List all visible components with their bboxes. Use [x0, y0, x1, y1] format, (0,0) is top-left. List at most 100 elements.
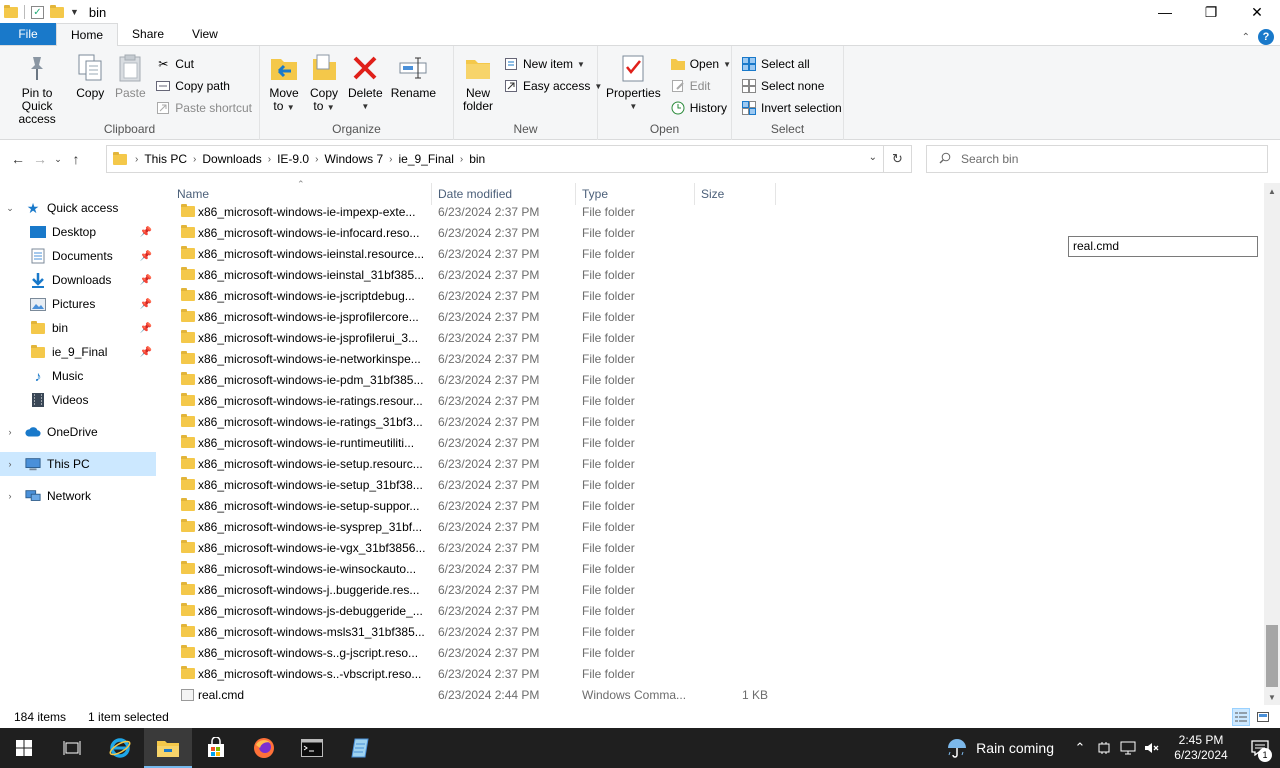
table-row[interactable]: x86_microsoft-windows-ie-setup_31bf38...…	[172, 474, 772, 495]
vertical-scrollbar[interactable]: ▲ ▼	[1264, 183, 1280, 705]
task-view-button[interactable]	[48, 728, 96, 768]
breadcrumb-this-pc[interactable]: This PC	[140, 152, 191, 166]
chevron-right-icon[interactable]: ›	[133, 154, 140, 165]
table-row[interactable]: x86_microsoft-windows-s..-vbscript.reso.…	[172, 663, 772, 684]
chevron-right-icon[interactable]: ›	[458, 154, 465, 165]
breadcrumb-bin[interactable]: bin	[465, 152, 489, 166]
scroll-up-icon[interactable]: ▲	[1264, 183, 1280, 199]
table-row[interactable]: x86_microsoft-windows-j..buggeride.res..…	[172, 579, 772, 600]
taskbar-firefox[interactable]	[240, 728, 288, 768]
table-row[interactable]: x86_microsoft-windows-ieinstal.resource.…	[172, 243, 772, 264]
easy-access-button[interactable]: Easy access ▼	[500, 76, 605, 96]
sidebar-item-documents[interactable]: Documents 📌	[0, 244, 156, 268]
chevron-right-icon[interactable]: ›	[313, 154, 320, 165]
tab-file[interactable]: File	[0, 23, 56, 45]
edit-button[interactable]: Edit	[667, 76, 734, 96]
start-button[interactable]	[0, 728, 48, 768]
chevron-right-icon[interactable]: ›	[266, 154, 273, 165]
new-folder-icon[interactable]	[50, 4, 64, 18]
table-row[interactable]: x86_microsoft-windows-ie-sysprep_31bf...…	[172, 516, 772, 537]
sidebar-item-this-pc[interactable]: › This PC	[0, 452, 156, 476]
invert-selection-button[interactable]: Invert selection	[738, 98, 845, 118]
tab-share[interactable]: Share	[118, 23, 178, 45]
search-input[interactable]: Search bin	[926, 145, 1268, 173]
network-status-icon[interactable]	[1116, 741, 1140, 755]
forward-button[interactable]: →	[29, 147, 51, 171]
chevron-right-icon[interactable]: ›	[3, 427, 17, 437]
table-row[interactable]: x86_microsoft-windows-ie-runtimeutiliti.…	[172, 432, 772, 453]
properties-icon[interactable]: ✓	[31, 5, 44, 19]
scroll-down-icon[interactable]: ▼	[1264, 689, 1280, 705]
taskbar-store[interactable]	[192, 728, 240, 768]
devices-icon[interactable]	[1092, 741, 1116, 755]
table-row[interactable]: x86_microsoft-windows-ie-winsockauto... 6…	[172, 558, 772, 579]
table-row[interactable]: x86_microsoft-windows-ie-setup.resourc..…	[172, 453, 772, 474]
sidebar-item-bin[interactable]: bin 📌	[0, 316, 156, 340]
breadcrumb-ie-9-0[interactable]: IE-9.0	[273, 152, 313, 166]
table-row[interactable]: x86_microsoft-windows-ieinstal_31bf385..…	[172, 264, 772, 285]
minimize-ribbon-icon[interactable]: ⌃	[1242, 32, 1250, 43]
breadcrumb-ie-9-final[interactable]: ie_9_Final	[394, 152, 457, 166]
table-row[interactable]: x86_microsoft-windows-ie-infocard.reso..…	[172, 222, 772, 243]
rename-input[interactable]: real.cmd	[1068, 236, 1258, 257]
table-row[interactable]: x86_microsoft-windows-ie-ratings.resour.…	[172, 390, 772, 411]
refresh-icon[interactable]: ↻	[883, 146, 911, 172]
table-row[interactable]: x86_microsoft-windows-ie-setup-suppor...…	[172, 495, 772, 516]
sidebar-item-downloads[interactable]: Downloads 📌	[0, 268, 156, 292]
chevron-up-icon[interactable]: ⌃	[1068, 740, 1092, 756]
table-row[interactable]: x86_microsoft-windows-ie-pdm_31bf385... 6…	[172, 369, 772, 390]
chevron-down-icon[interactable]: ⌄	[3, 203, 17, 214]
table-row[interactable]: x86_microsoft-windows-ie-networkinspe...…	[172, 348, 772, 369]
sidebar-item-pictures[interactable]: Pictures 📌	[0, 292, 156, 316]
recent-locations-dropdown[interactable]: ⌄	[51, 147, 65, 171]
taskbar-notepad[interactable]	[336, 728, 384, 768]
open-button[interactable]: Open ▼	[667, 54, 734, 74]
table-row[interactable]: x86_microsoft-windows-ie-jscriptdebug...…	[172, 285, 772, 306]
table-row[interactable]: x86_microsoft-windows-ie-jsprofilerui_3.…	[172, 327, 772, 348]
customize-toolbar-dropdown[interactable]: ▼	[70, 7, 79, 17]
sidebar-item-desktop[interactable]: Desktop 📌	[0, 220, 156, 244]
sidebar-item-ie-9-final[interactable]: ie_9_Final 📌	[0, 340, 156, 364]
table-row[interactable]: x86_microsoft-windows-js-debuggeride_...…	[172, 600, 772, 621]
chevron-right-icon[interactable]: ›	[191, 154, 198, 165]
tab-home[interactable]: Home	[56, 23, 119, 46]
table-row[interactable]: real.cmd 6/23/2024 2:44 PM Windows Comma..…	[172, 684, 772, 705]
select-all-button[interactable]: Select all	[738, 54, 845, 74]
sidebar-item-videos[interactable]: Videos	[0, 388, 156, 412]
minimize-button[interactable]: —	[1142, 0, 1188, 24]
chevron-down-icon[interactable]: ⌄	[869, 152, 877, 163]
volume-muted-icon[interactable]	[1140, 741, 1164, 755]
chevron-right-icon[interactable]: ›	[3, 491, 17, 501]
weather-widget[interactable]: Rain coming	[946, 738, 1054, 758]
new-item-button[interactable]: New item ▼	[500, 54, 605, 74]
table-row[interactable]: x86_microsoft-windows-msls31_31bf385... 6…	[172, 621, 772, 642]
scrollbar-thumb[interactable]	[1266, 625, 1278, 687]
history-button[interactable]: History	[667, 98, 734, 118]
chevron-right-icon[interactable]: ›	[387, 154, 394, 165]
table-row[interactable]: x86_microsoft-windows-ie-impexp-exte... 6…	[172, 201, 772, 222]
paste-shortcut-button[interactable]: Paste shortcut	[152, 98, 255, 118]
sidebar-item-onedrive[interactable]: › OneDrive	[0, 420, 156, 444]
clock[interactable]: 2:45 PM 6/23/2024	[1170, 733, 1232, 763]
sidebar-item-quick-access[interactable]: ⌄ ★ Quick access	[0, 196, 156, 220]
address-bar[interactable]: › This PC › Downloads › IE-9.0 › Windows…	[106, 145, 912, 173]
taskbar-command-prompt[interactable]	[288, 728, 336, 768]
details-view-icon[interactable]	[1232, 708, 1250, 726]
up-button[interactable]: ↑	[65, 147, 87, 171]
copy-path-button[interactable]: Copy path	[152, 76, 255, 96]
back-button[interactable]: ←	[7, 147, 29, 171]
table-row[interactable]: x86_microsoft-windows-ie-jsprofilercore.…	[172, 306, 772, 327]
sidebar-item-music[interactable]: ♪ Music	[0, 364, 156, 388]
cut-button[interactable]: ✂ Cut	[152, 54, 255, 74]
help-icon[interactable]: ?	[1258, 29, 1274, 45]
sidebar-item-network[interactable]: › Network	[0, 484, 156, 508]
close-button[interactable]: ✕	[1234, 0, 1280, 24]
chevron-right-icon[interactable]: ›	[3, 459, 17, 469]
select-none-button[interactable]: Select none	[738, 76, 845, 96]
taskbar-file-explorer[interactable]	[144, 728, 192, 768]
restore-button[interactable]: ❐	[1188, 0, 1234, 24]
action-center-button[interactable]: 1	[1240, 728, 1280, 768]
tab-view[interactable]: View	[178, 23, 232, 45]
table-row[interactable]: x86_microsoft-windows-ie-ratings_31bf3..…	[172, 411, 772, 432]
breadcrumb-windows-7[interactable]: Windows 7	[320, 152, 387, 166]
